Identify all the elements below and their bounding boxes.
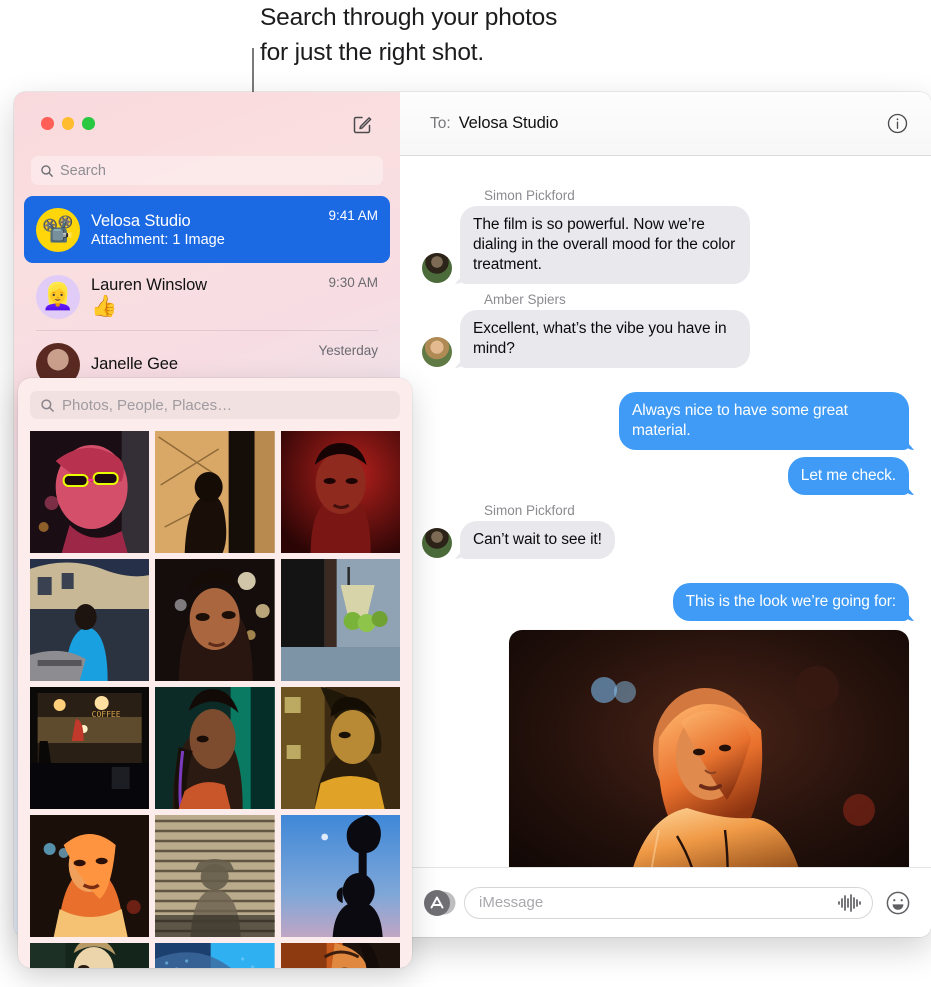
compose-icon[interactable]	[351, 112, 375, 136]
message-row: This is the look we’re going for:	[422, 583, 909, 621]
photo-thumbnail[interactable]	[30, 943, 150, 968]
minimize-button[interactable]	[61, 117, 74, 130]
film-projector-icon: 📽️	[41, 214, 75, 244]
compose-bar: iMessage	[400, 867, 931, 937]
callout-line-1: Search through your photos	[260, 4, 558, 31]
conversation-header: To: Velosa Studio	[400, 92, 931, 156]
message-bubble[interactable]: Can’t wait to see it!	[460, 521, 615, 559]
photo-search-popover: Photos, People, Places… COFFEE	[18, 378, 412, 968]
conversation-body: Velosa Studio Attachment: 1 Image	[91, 212, 328, 248]
svg-text:COFFEE: COFFEE	[92, 710, 121, 719]
photo-thumbnail[interactable]: COFFEE	[30, 687, 150, 809]
photo-thumbnail[interactable]	[155, 943, 275, 968]
zoom-button[interactable]	[82, 117, 95, 130]
message-group: Simon Pickford Can’t wait to see it!	[422, 503, 909, 559]
message-sender: Simon Pickford	[484, 188, 575, 203]
message-row: Let me check.	[422, 457, 909, 495]
search-icon	[40, 398, 55, 413]
conversation-preview: 👍	[91, 294, 118, 318]
photo-thumbnail[interactable]	[30, 431, 150, 553]
photo-thumbnail[interactable]	[280, 559, 400, 681]
sidebar-titlebar	[14, 92, 400, 156]
message-bubble[interactable]: The film is so powerful. Now we’re diali…	[460, 206, 750, 284]
search-icon	[40, 164, 54, 178]
memoji-icon: 👱‍♀️	[41, 281, 75, 311]
message-bubble[interactable]: Excellent, what’s the vibe you have in m…	[460, 310, 750, 368]
photo-thumbnail[interactable]	[280, 943, 400, 968]
callout-text: Search through your photos for just the …	[260, 0, 680, 70]
photo-thumbnail[interactable]	[155, 431, 275, 553]
emoji-smiley-icon[interactable]	[885, 890, 911, 916]
photo-thumbnail[interactable]	[280, 431, 400, 553]
message-group: Amber Spiers Excellent, what’s the vibe …	[422, 292, 909, 368]
conversation-name: Lauren Winslow	[91, 275, 207, 294]
recipient-name[interactable]: Velosa Studio	[459, 114, 559, 133]
photo-search-input[interactable]: Photos, People, Places…	[30, 391, 400, 419]
photo-thumbnail[interactable]	[155, 687, 275, 809]
message-row: Excellent, what’s the vibe you have in m…	[422, 310, 909, 368]
message-sender: Simon Pickford	[484, 503, 575, 518]
imessage-input[interactable]: iMessage	[464, 886, 873, 919]
search-input[interactable]: Search	[31, 156, 383, 185]
photo-thumbnail[interactable]	[30, 815, 150, 937]
photo-thumbnail[interactable]	[155, 559, 275, 681]
conversation-pane: To: Velosa Studio Simon Pickford The fil…	[400, 92, 931, 937]
message-group: Simon Pickford The film is so powerful. …	[422, 188, 909, 284]
avatar	[422, 337, 452, 367]
conversation-preview: Attachment: 1 Image	[91, 231, 225, 248]
conversation-item-lauren-winslow[interactable]: 👱‍♀️ Lauren Winslow 👍 9:30 AM	[24, 263, 390, 330]
attachment-row	[422, 630, 909, 867]
avatar: 👱‍♀️	[36, 274, 80, 319]
conversation-name: Janelle Gee	[91, 355, 178, 373]
conversation-time: 9:41 AM	[328, 208, 378, 223]
conversation-time: Yesterday	[318, 343, 378, 358]
app-store-icon[interactable]	[422, 888, 456, 918]
screenshot-root: Search through your photos for just the …	[0, 0, 931, 987]
photo-thumbnail[interactable]	[30, 559, 150, 681]
photo-grid: COFFEE	[30, 431, 400, 968]
message-bubble[interactable]: Let me check.	[787, 457, 909, 495]
info-icon[interactable]	[886, 112, 909, 135]
photo-search-placeholder: Photos, People, Places…	[62, 396, 233, 414]
window-traffic-lights	[41, 117, 95, 130]
to-label: To:	[430, 114, 451, 132]
avatar	[422, 253, 452, 283]
message-sender: Amber Spiers	[484, 292, 566, 307]
conversation-item-velosa-studio[interactable]: 📽️ Velosa Studio Attachment: 1 Image 9:4…	[24, 196, 390, 263]
callout-line-2: for just the right shot.	[260, 39, 484, 66]
conversation-body: Janelle Gee	[91, 355, 318, 374]
message-row: Can’t wait to see it!	[422, 521, 909, 559]
conversation-body: Lauren Winslow 👍	[91, 276, 328, 318]
message-bubble[interactable]: Always nice to have some great material.	[619, 392, 909, 450]
close-button[interactable]	[41, 117, 54, 130]
conversation-list: 📽️ Velosa Studio Attachment: 1 Image 9:4…	[14, 196, 400, 398]
photo-attachment[interactable]	[509, 630, 909, 867]
imessage-placeholder: iMessage	[479, 894, 544, 911]
sidebar-search-wrap: Search	[14, 156, 400, 185]
photo-thumbnail[interactable]	[280, 815, 400, 937]
audio-waveform-icon[interactable]	[836, 893, 862, 913]
message-row: Always nice to have some great material.	[422, 392, 909, 450]
message-row: The film is so powerful. Now we’re diali…	[422, 206, 909, 284]
message-bubble[interactable]: This is the look we’re going for:	[672, 583, 909, 621]
avatar	[422, 528, 452, 558]
photo-thumbnail[interactable]	[280, 687, 400, 809]
photo-thumbnail[interactable]	[155, 815, 275, 937]
conversation-time: 9:30 AM	[328, 275, 378, 290]
conversation-name: Velosa Studio	[91, 211, 191, 230]
message-thread: Simon Pickford The film is so powerful. …	[400, 156, 931, 867]
avatar: 📽️	[36, 207, 80, 252]
search-placeholder: Search	[60, 162, 106, 179]
